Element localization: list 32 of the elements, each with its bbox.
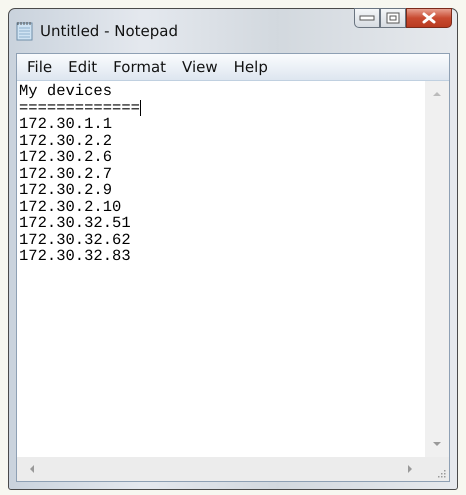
text-line: 172.30.32.83 xyxy=(19,248,132,264)
menu-item[interactable]: File xyxy=(19,58,60,76)
menu-item[interactable]: View xyxy=(174,58,226,76)
resize-grip-icon[interactable] xyxy=(436,468,446,478)
text-line: 172.30.2.10 xyxy=(19,198,122,215)
horizontal-scrollbar[interactable] xyxy=(17,457,425,481)
menu-item[interactable]: Format xyxy=(105,58,174,76)
text-line: 172.30.2.9 xyxy=(19,182,114,198)
text-line: ============= xyxy=(19,100,142,116)
text-line: 172.30.32.51 xyxy=(19,215,132,232)
text-line: 172.30.2.6 xyxy=(19,149,114,166)
vertical-scrollbar[interactable] xyxy=(425,81,449,457)
scroll-down-icon[interactable] xyxy=(432,441,442,447)
text-cursor xyxy=(140,100,141,116)
scroll-left-icon[interactable] xyxy=(29,464,35,474)
text-line: 172.30.32.62 xyxy=(19,232,132,248)
scroll-up-icon[interactable] xyxy=(432,91,442,97)
text-line: My devices xyxy=(19,83,114,100)
menu-item[interactable]: Help xyxy=(226,58,276,76)
notepad-icon xyxy=(16,21,34,41)
text-line: 172.30.1.1 xyxy=(19,116,114,132)
scroll-right-icon[interactable] xyxy=(407,464,413,474)
text-line: 172.30.2.7 xyxy=(19,166,114,182)
text-line: 172.30.2.2 xyxy=(19,132,114,149)
minimize-icon xyxy=(359,14,375,22)
maximize-icon xyxy=(386,12,400,24)
maximize-button[interactable] xyxy=(380,8,406,28)
close-button[interactable] xyxy=(406,8,452,28)
window-title: Untitled - Notepad xyxy=(40,22,178,40)
close-icon xyxy=(421,12,437,24)
minimize-button[interactable] xyxy=(354,8,380,28)
menu-item[interactable]: Edit xyxy=(60,58,106,76)
